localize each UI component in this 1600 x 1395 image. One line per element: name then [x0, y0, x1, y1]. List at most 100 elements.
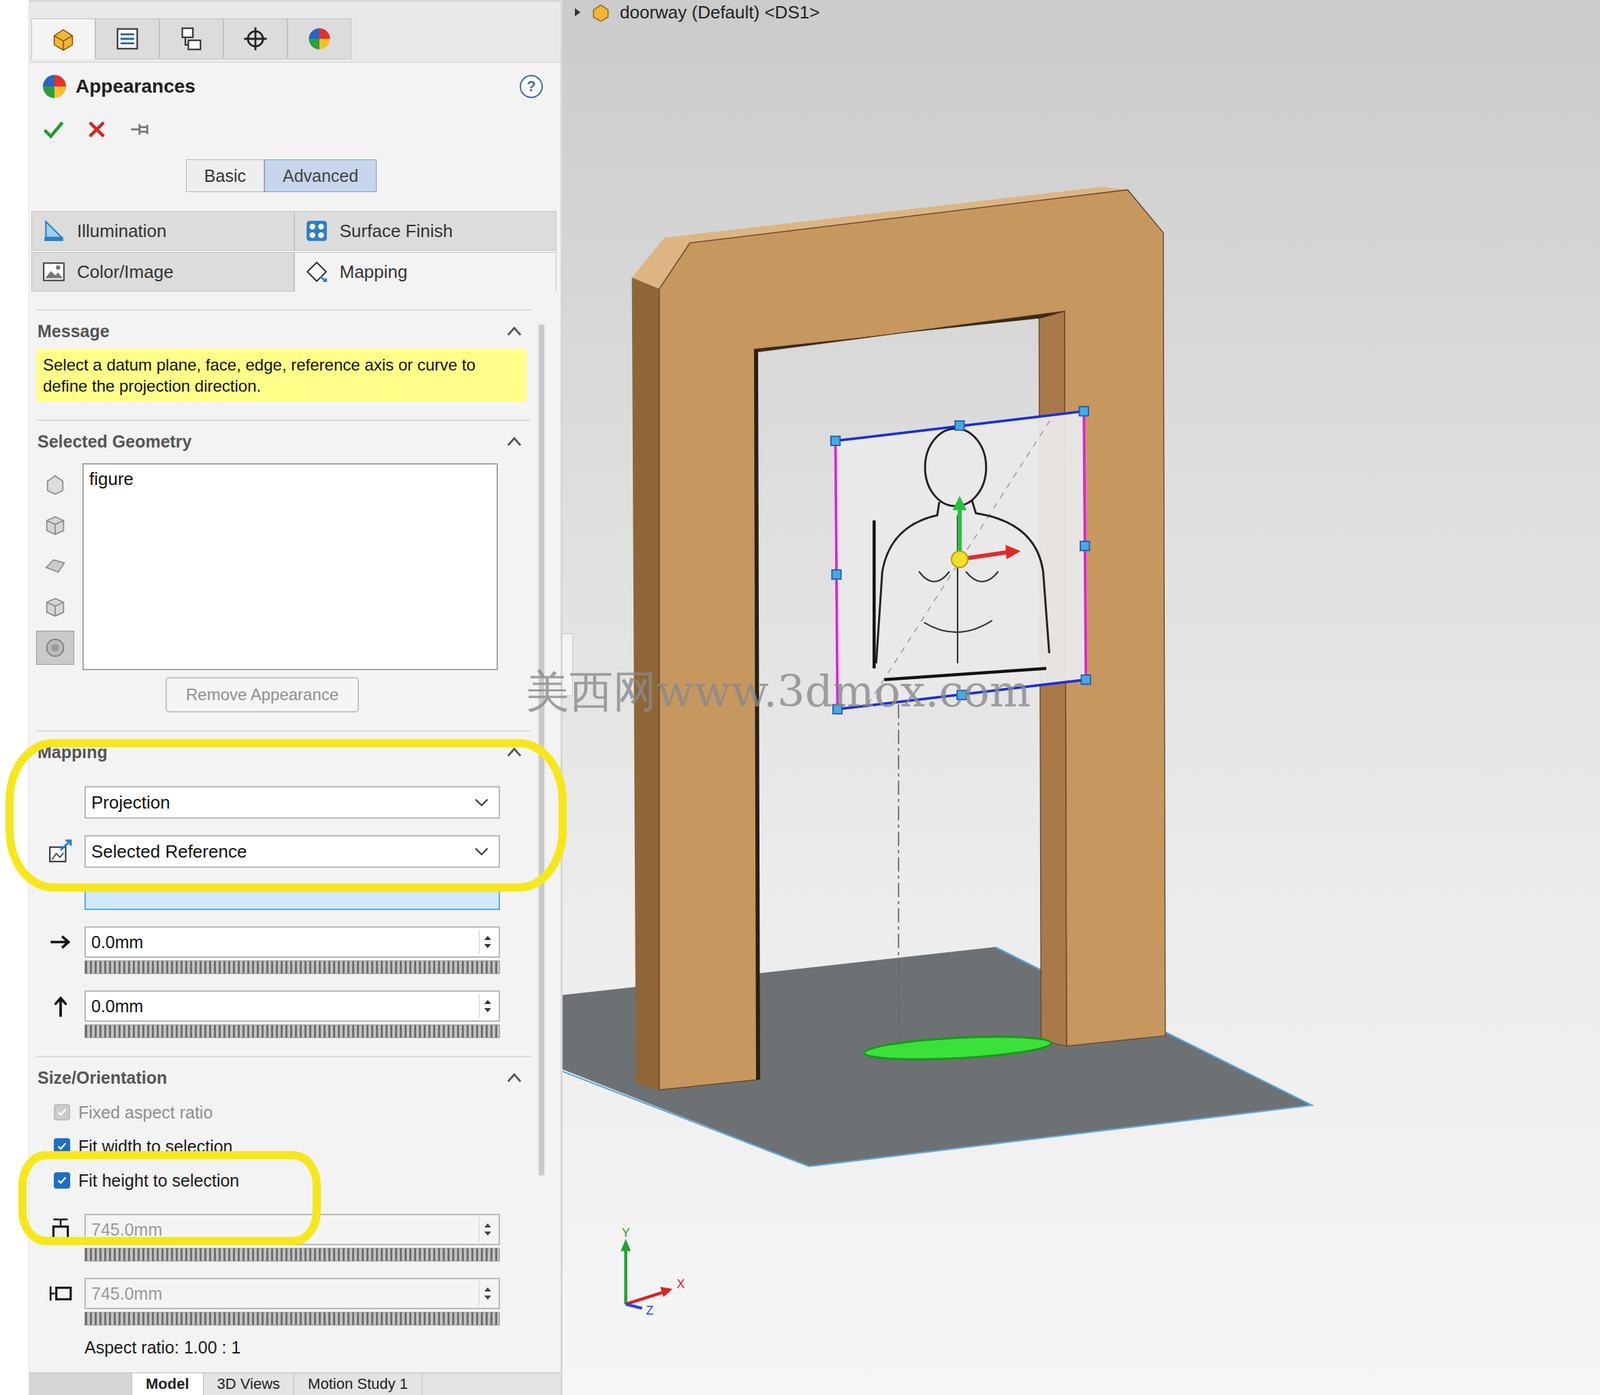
appearance-tab[interactable]: Mapping [294, 252, 558, 292]
section-header[interactable]: Size/Orientation [36, 1059, 531, 1096]
checkbox-row[interactable]: Fit height to selection [36, 1163, 531, 1198]
projection-reference-icon [47, 838, 74, 865]
checkbox[interactable] [53, 1138, 71, 1155]
thumbwheel[interactable] [84, 960, 500, 975]
thumbwheel[interactable] [84, 1247, 500, 1262]
appearance-tab[interactable]: Color/Image [31, 252, 295, 292]
axis-label: X [676, 1277, 685, 1291]
right-arrow-icon [47, 929, 74, 955]
resize-handle[interactable] [1080, 541, 1090, 551]
model-scene[interactable]: Y X Z [562, 0, 1600, 1395]
feature-icon [42, 553, 68, 579]
panel-collapse-handle[interactable] [562, 633, 573, 697]
resize-handle[interactable] [833, 704, 842, 714]
appearance-tabs: Illumination Surface FinishColor/Image Map… [29, 211, 561, 292]
checkbox-row[interactable]: Fit width to selection [36, 1129, 531, 1164]
feature-tree-flyout[interactable]: doorway (Default) <DS1> [573, 1, 820, 24]
thumbwheel-row [36, 960, 531, 975]
mode-button[interactable]: Basic [185, 159, 265, 193]
dimension-control: 745.0mm [36, 1277, 531, 1326]
collapse-chevron-icon [506, 435, 523, 447]
decal-top-edge[interactable] [835, 411, 1085, 441]
selection-list[interactable]: figure [82, 463, 498, 671]
filter-button[interactable] [36, 589, 75, 624]
manager-tab[interactable] [31, 18, 96, 60]
mapping-style-dropdown[interactable]: Projection [84, 786, 500, 819]
selected-face-highlight[interactable] [863, 1032, 1052, 1063]
field-row [36, 884, 531, 911]
decal-bottom-edge[interactable] [837, 679, 1087, 710]
graphics-area[interactable]: Y X Zdoorway (Default) <DS1> [562, 0, 1600, 1395]
tab-label: Mapping [339, 261, 409, 283]
manager-tab[interactable] [159, 18, 224, 60]
offset-field[interactable]: 0.0mm [84, 926, 500, 958]
bottom-tab[interactable]: Model [132, 1373, 204, 1395]
thumbwheel[interactable] [84, 1311, 500, 1326]
checkbox[interactable] [53, 1172, 71, 1189]
reference-selection-box[interactable] [84, 884, 500, 911]
bottom-tab[interactable]: Motion Study 1 [294, 1373, 423, 1395]
offset-field[interactable]: 0.0mm [84, 990, 500, 1022]
filter-button[interactable] [36, 467, 75, 502]
thumbwheel-row [36, 1247, 531, 1262]
scrollbar-thumb[interactable] [538, 324, 545, 1176]
help-button[interactable]: ? [519, 74, 543, 99]
mode-button[interactable]: Advanced [264, 159, 377, 193]
resize-handle[interactable] [831, 570, 841, 579]
axis-label: Y [621, 1226, 631, 1240]
selected-geometry-section: Selected GeometryfigureRemove Appearance [36, 419, 531, 713]
filter-button[interactable] [36, 508, 75, 543]
part-name: doorway (Default) <DS1> [619, 2, 820, 24]
manager-tab[interactable] [95, 18, 160, 60]
resize-handle[interactable] [830, 435, 840, 445]
filter-button[interactable] [36, 548, 75, 584]
manager-tab[interactable] [287, 18, 352, 60]
body-icon [42, 594, 68, 620]
bottom-tab-bar: Model3D ViewsMotion Study 1 [29, 1372, 561, 1395]
selection-item[interactable]: figure [89, 468, 492, 490]
axis-label: Z [646, 1303, 654, 1318]
thumbwheel-row [36, 1311, 531, 1326]
move-triad[interactable] [951, 495, 1022, 568]
section-header[interactable]: Message [36, 313, 531, 349]
filter-button[interactable] [36, 630, 75, 665]
tab-row: Illumination Surface Finish [31, 211, 557, 251]
left-gutter [0, 0, 30, 1395]
bottom-tab[interactable]: 3D Views [203, 1373, 295, 1395]
dropdown-arrow-icon [474, 797, 490, 808]
size-orientation-section: Size/OrientationFixed aspect ratioFit wi… [36, 1055, 531, 1358]
section-header[interactable]: Selected Geometry [36, 423, 531, 460]
projection-direction-dropdown[interactable]: Selected Reference [84, 835, 500, 868]
spinner[interactable] [478, 929, 496, 955]
decal-image[interactable] [835, 411, 1087, 710]
field-row: 745.0mm [36, 1277, 531, 1310]
resize-handle[interactable] [957, 690, 966, 700]
field-row: 745.0mm [36, 1213, 531, 1246]
dropdown-value: Projection [91, 792, 171, 814]
check-icon [41, 117, 65, 141]
scrollbar[interactable] [537, 324, 546, 1176]
cancel-button[interactable] [82, 115, 112, 144]
annotation-ring [18, 1151, 321, 1246]
ok-button[interactable] [38, 115, 68, 144]
thumbwheel[interactable] [84, 1024, 500, 1039]
resize-handle[interactable] [1079, 406, 1089, 416]
appearance-tab[interactable]: Illumination [31, 211, 295, 251]
tab-label: Illumination [76, 220, 167, 242]
resize-handle[interactable] [1081, 675, 1091, 684]
frame-front-face [659, 190, 1166, 1090]
geometry-row: figure [36, 463, 531, 671]
pin-button[interactable] [126, 115, 155, 144]
appearance-tab[interactable]: Surface Finish [294, 211, 558, 251]
tab-scroll-buttons[interactable] [29, 1373, 133, 1395]
frame-inner-edge [754, 348, 761, 1080]
tick-icon [55, 1174, 69, 1187]
resize-handle[interactable] [954, 420, 964, 430]
spinner[interactable] [478, 993, 496, 1019]
frame-side-face [632, 277, 660, 1091]
section-header[interactable]: Mapping [36, 734, 531, 770]
annotation-ring [5, 739, 567, 892]
manager-tab[interactable] [223, 18, 288, 60]
spinner-arrows-icon [482, 1285, 493, 1302]
checkbox [53, 1104, 71, 1121]
